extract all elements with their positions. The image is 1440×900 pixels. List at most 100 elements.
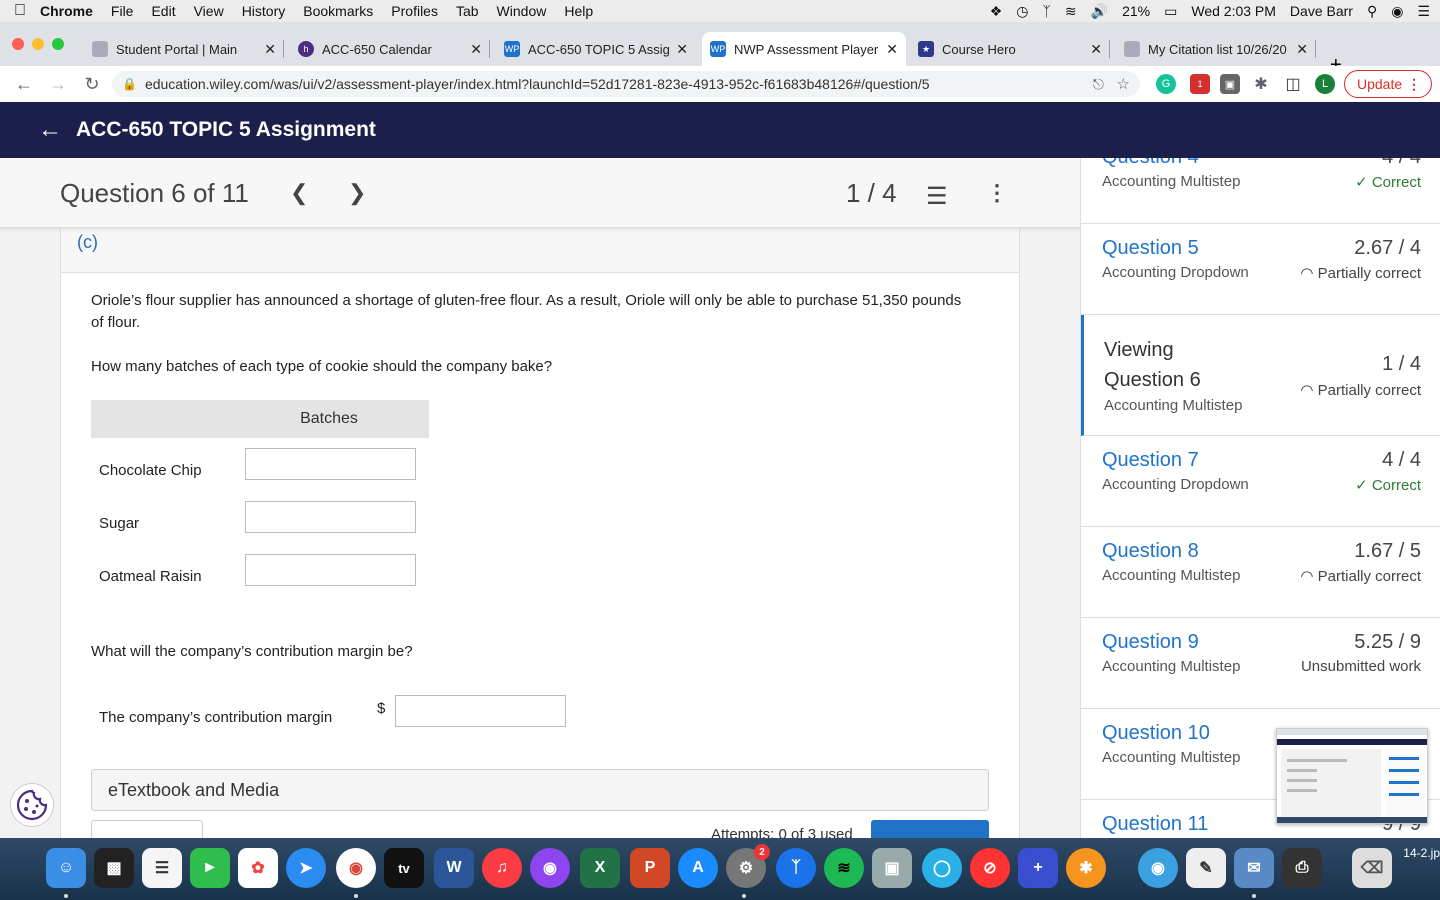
previous-question-chevron-icon[interactable]: ❮ <box>290 180 308 206</box>
apple-tv-icon[interactable]: tv <box>384 848 424 888</box>
more-options-icon[interactable]: ⋮ <box>986 180 1008 206</box>
activity-monitor-icon[interactable]: ▩ <box>94 848 134 888</box>
close-window-icon[interactable] <box>12 38 24 50</box>
side-panel-icon[interactable]: ◫ <box>1283 74 1303 94</box>
menu-window[interactable]: Window <box>497 3 547 19</box>
question-name[interactable]: Question 8 <box>1102 540 1199 563</box>
close-tab-icon[interactable]: ✕ <box>676 41 688 58</box>
menu-tab[interactable]: Tab <box>456 3 479 19</box>
minimize-window-icon[interactable] <box>32 38 44 50</box>
grammarly-extension-icon[interactable]: G <box>1156 74 1176 94</box>
abc-extension-icon[interactable]: + <box>1018 848 1058 888</box>
zoom-app-icon[interactable]: ◯ <box>922 848 962 888</box>
question-name[interactable]: Question 4 <box>1102 158 1199 169</box>
facetime-icon[interactable]: ► <box>190 848 230 888</box>
chocolate-chip-batches-input[interactable] <box>245 448 416 480</box>
question-name[interactable]: Question 10 <box>1102 722 1210 745</box>
search-ebook-button[interactable] <box>91 820 203 838</box>
textedit-icon[interactable]: ✎ <box>1186 848 1226 888</box>
sidebar-question-8[interactable]: Question 8 Accounting Multistep 1.67 / 5… <box>1081 527 1440 618</box>
profile-avatar[interactable]: L <box>1315 74 1335 94</box>
menu-history[interactable]: History <box>242 3 286 19</box>
photos-icon[interactable]: ✿ <box>238 848 278 888</box>
sidebar-question-6-current[interactable]: Viewing Question 6 Accounting Multistep 1… <box>1081 315 1440 436</box>
battery-percent[interactable]: 21% <box>1122 3 1150 19</box>
bluetooth-icon[interactable]: ᛉ <box>1043 3 1051 19</box>
podcasts-icon[interactable]: ◉ <box>530 848 570 888</box>
printer-icon[interactable]: ⎙ <box>1282 848 1322 888</box>
menu-bookmarks[interactable]: Bookmarks <box>303 3 373 19</box>
system-preferences-icon[interactable]: ⚙ 2 <box>726 844 770 888</box>
wifi-icon[interactable]: ≋ <box>1065 3 1077 20</box>
share-icon[interactable]: ⎋ <box>1093 76 1104 93</box>
bookmark-star-icon[interactable]: ☆ <box>1117 75 1130 93</box>
spotify-icon[interactable]: ≋ <box>824 848 864 888</box>
siri-icon[interactable]: ◉ <box>1391 3 1403 20</box>
finder-icon[interactable]: ☺ <box>46 848 86 888</box>
extension-icon[interactable]: ▣ <box>1220 74 1240 94</box>
desktop-file-label[interactable]: 14-2.jp <box>1403 846 1440 860</box>
oatmeal-raisin-batches-input[interactable] <box>245 554 416 586</box>
etextbook-media-panel[interactable]: eTextbook and Media <box>91 769 989 811</box>
back-arrow-icon[interactable]: ← <box>38 116 62 144</box>
trash-icon[interactable]: ⌫ <box>1352 848 1392 888</box>
tab-student-portal[interactable]: Student Portal | Main ✕ <box>84 32 284 66</box>
menu-profiles[interactable]: Profiles <box>391 3 438 19</box>
notes-icon[interactable]: ☰ <box>142 848 182 888</box>
tab-nwp-assessment-player[interactable]: WP NWP Assessment Player ✕ <box>702 32 906 66</box>
forward-arrow-icon[interactable]: → <box>48 74 68 95</box>
update-chrome-button[interactable]: Update ⋮ <box>1344 70 1432 98</box>
contribution-margin-input[interactable] <box>395 695 566 727</box>
close-tab-icon[interactable]: ✕ <box>886 41 898 58</box>
reload-icon[interactable]: ↻ <box>82 74 102 95</box>
news-icon[interactable]: ⊘ <box>970 848 1010 888</box>
sidebar-question-4[interactable]: Question 4 Accounting Multistep 4 / 4 ✓ … <box>1081 158 1440 224</box>
back-arrow-icon[interactable]: ← <box>14 74 34 95</box>
close-tab-icon[interactable]: ✕ <box>1296 41 1308 58</box>
battery-icon[interactable]: ▭ <box>1164 3 1177 20</box>
question-name[interactable]: Question 11 <box>1102 813 1208 836</box>
menubar-user[interactable]: Dave Barr <box>1290 3 1353 19</box>
url-text[interactable]: education.wiley.com/was/ui/v2/assessment… <box>145 76 930 92</box>
close-tab-icon[interactable]: ✕ <box>1090 41 1102 58</box>
dropbox-icon[interactable]: ❖ <box>990 3 1003 20</box>
time-machine-icon[interactable]: ◷ <box>1016 3 1028 20</box>
chrome-icon[interactable]: ◉ <box>336 848 376 888</box>
word-icon[interactable]: W <box>434 848 474 888</box>
close-tab-icon[interactable]: ✕ <box>470 41 482 58</box>
cookie-preferences-icon[interactable] <box>10 783 54 827</box>
preview-stamp-icon[interactable]: ✉ <box>1234 848 1274 888</box>
kebab-menu-icon[interactable]: ⋮ <box>1407 76 1421 93</box>
lock-icon[interactable]: 🔒 <box>122 77 137 91</box>
close-tab-icon[interactable]: ✕ <box>264 41 276 58</box>
excel-icon[interactable]: X <box>580 848 620 888</box>
sugar-batches-input[interactable] <box>245 501 416 533</box>
app-store-icon[interactable]: A <box>678 848 718 888</box>
sidebar-question-5[interactable]: Question 5 Accounting Dropdown 2.67 / 4 … <box>1081 224 1440 315</box>
sidebar-question-7[interactable]: Question 7 Accounting Dropdown 4 / 4 ✓ C… <box>1081 436 1440 527</box>
powerpoint-icon[interactable]: P <box>630 848 670 888</box>
tab-citation-list[interactable]: My Citation list 10/26/20 ✕ <box>1116 32 1316 66</box>
menu-edit[interactable]: Edit <box>151 3 175 19</box>
puzzle-extensions-icon[interactable]: ✱ <box>1251 74 1271 94</box>
bluetooth-app-icon[interactable]: ᛉ <box>776 848 816 888</box>
question-name[interactable]: Question 7 <box>1102 449 1199 472</box>
control-center-icon[interactable]: ☰ <box>1417 3 1430 20</box>
submit-answer-button[interactable] <box>871 820 989 838</box>
safari-icon[interactable]: ➤ <box>286 848 326 888</box>
menu-app-name[interactable]: Chrome <box>40 3 93 19</box>
network-globe-icon[interactable]: ◉ <box>1138 848 1178 888</box>
apple-icon[interactable]:  <box>0 2 40 20</box>
screenshot-thumbnail-preview[interactable] <box>1276 728 1428 824</box>
tab-calendar[interactable]: h ACC-650 Calendar ✕ <box>290 32 490 66</box>
volume-icon[interactable]: 🔊 <box>1091 3 1108 20</box>
zoom-window-icon[interactable] <box>52 38 64 50</box>
music-icon[interactable]: ♫ <box>482 848 522 888</box>
address-bar[interactable]: 🔒 education.wiley.com/was/ui/v2/assessme… <box>112 71 1140 97</box>
next-question-chevron-icon[interactable]: ❯ <box>348 180 366 206</box>
question-name[interactable]: Question 5 <box>1102 237 1199 260</box>
asterisk-app-icon[interactable]: ✱ <box>1066 848 1106 888</box>
preview-icon[interactable]: ▣ <box>872 848 912 888</box>
tab-course-hero[interactable]: ★ Course Hero ✕ <box>910 32 1110 66</box>
sidebar-question-9[interactable]: Question 9 Accounting Multistep 5.25 / 9… <box>1081 618 1440 709</box>
